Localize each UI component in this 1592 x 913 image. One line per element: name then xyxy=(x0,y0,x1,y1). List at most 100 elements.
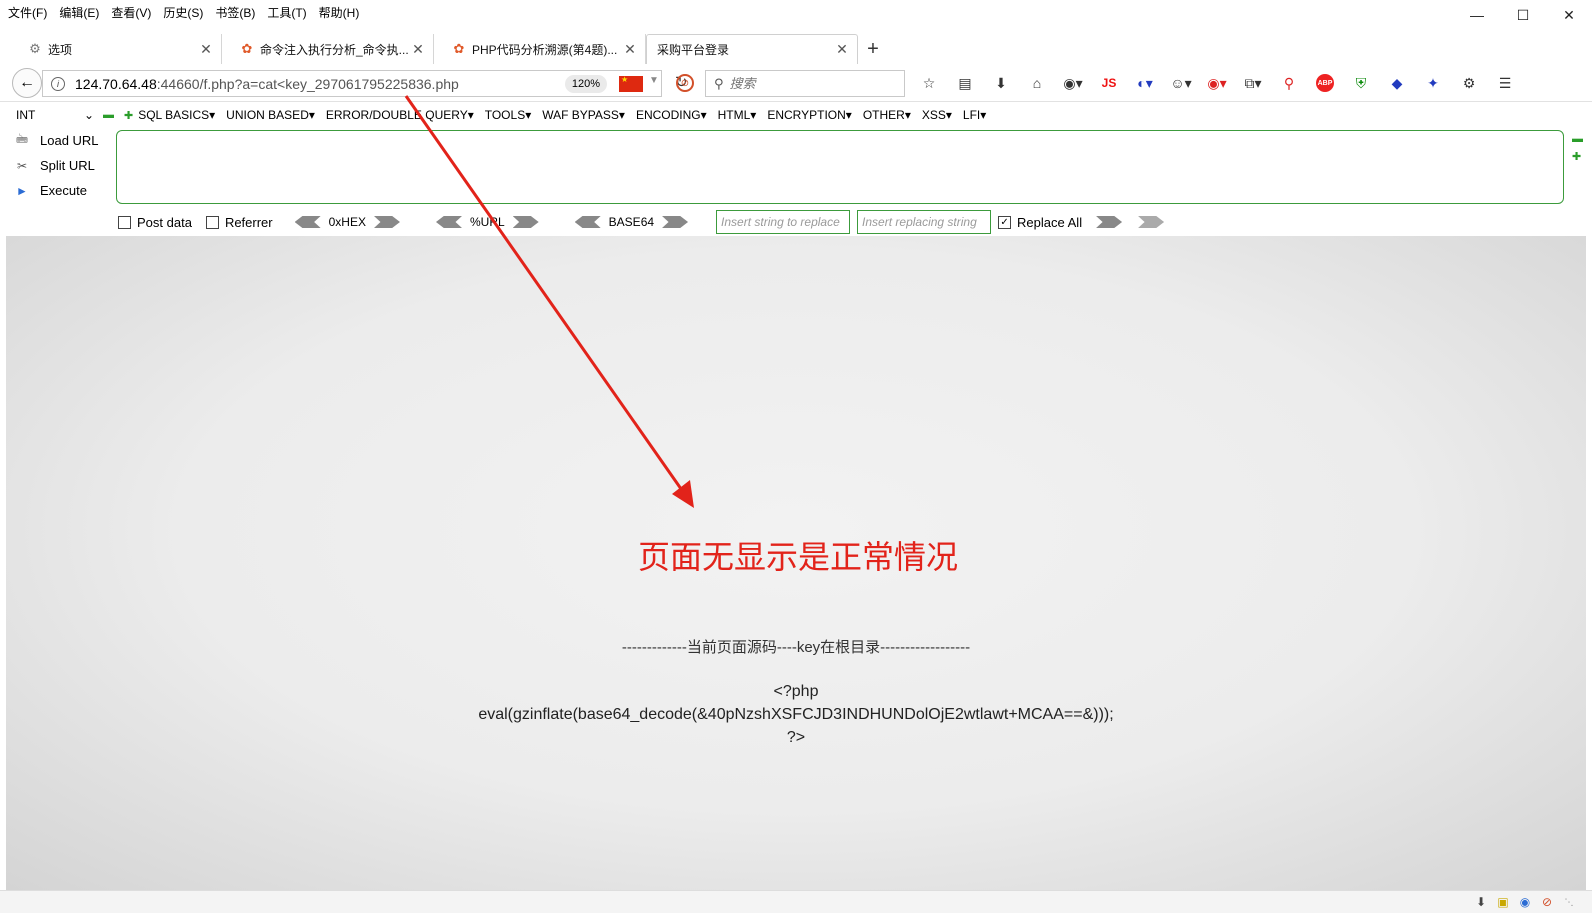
plus-icon[interactable]: ✚ xyxy=(124,109,133,122)
replace-string-input[interactable] xyxy=(716,210,851,234)
url-bar[interactable]: i 124.70.64.48:44660/f.php?a=cat<key_297… xyxy=(42,70,688,97)
settings-icon[interactable]: ⚙ xyxy=(1455,72,1483,94)
tab-options[interactable]: ⚙ 选项 ✕ xyxy=(10,34,222,64)
close-icon[interactable]: ✕ xyxy=(835,41,849,58)
toolbar-icons: ☆ ▤ ⬇ ⌂ ◉▾ JS ◐▾ ☺▾ ◉▾ ⧉▾ ⚲ ABP ⛨ ◆ ✦ ⚙ … xyxy=(915,72,1527,94)
chevron-down-icon[interactable]: ▼ xyxy=(649,75,659,86)
close-window-icon[interactable]: ✕ xyxy=(1546,0,1592,30)
play-icon: ► xyxy=(16,183,28,198)
tab-title: PHP代码分析溯源(第4题)... xyxy=(472,42,618,57)
note-icon[interactable]: ▣ xyxy=(1494,894,1512,910)
download-icon[interactable]: ⬇ xyxy=(987,72,1015,94)
plus-icon[interactable]: ✚ xyxy=(1572,148,1583,166)
noscript-icon[interactable]: ⊘ xyxy=(1538,894,1556,910)
post-data-checkbox[interactable] xyxy=(118,215,131,229)
hackbar-url-textarea[interactable] xyxy=(116,130,1564,204)
tab-command-injection[interactable]: ✿ 命令注入执行分析_命令执... ✕ xyxy=(222,34,434,64)
replacing-string-input[interactable] xyxy=(857,210,992,234)
hackbar-menu-xss[interactable]: XSS▾ xyxy=(922,108,952,122)
zoom-icon[interactable]: ⚲ xyxy=(1275,72,1303,94)
js-icon[interactable]: JS xyxy=(1095,72,1123,94)
hackbar-menu-waf-bypass[interactable]: WAF BYPASS▾ xyxy=(542,108,625,122)
translate-icon[interactable]: ◐▾ xyxy=(1131,72,1159,94)
download-icon[interactable]: ⬇ xyxy=(1472,894,1490,910)
menu-edit[interactable]: 编辑(E) xyxy=(59,4,99,21)
decode-arrow-icon[interactable] xyxy=(574,216,601,228)
back-button[interactable]: ← xyxy=(12,68,42,98)
hackbar-menu-encryption[interactable]: ENCRYPTION▾ xyxy=(767,108,851,122)
search-bar[interactable]: ⚲ xyxy=(705,70,905,97)
menu-history[interactable]: 历史(S) xyxy=(163,4,203,21)
int-select[interactable]: INT ⌄ xyxy=(8,106,98,124)
chevron-down-icon: ⌄ xyxy=(83,108,94,122)
minus-icon[interactable]: ▬ xyxy=(1572,130,1583,148)
diamond-icon[interactable]: ◆ xyxy=(1383,72,1411,94)
referrer-toggle[interactable]: Referrer xyxy=(205,215,273,230)
code-line: eval(gzinflate(base64_decode(&40pNzshXSF… xyxy=(478,706,1114,723)
search-input[interactable] xyxy=(729,76,890,91)
maximize-icon[interactable]: ☐ xyxy=(1500,0,1546,30)
menu-view[interactable]: 查看(V) xyxy=(111,4,151,21)
hackbar-options: Post data Referrer 0xHEX %URL BASE64 ✓ R… xyxy=(118,209,1172,235)
hackbar-menu-html[interactable]: HTML▾ xyxy=(718,108,757,122)
replace-all-toggle[interactable]: ✓ Replace All xyxy=(998,215,1082,230)
hackbar-menu-lfi[interactable]: LFI▾ xyxy=(963,108,986,122)
decode-arrow-icon[interactable] xyxy=(435,216,462,228)
menu-help[interactable]: 帮助(H) xyxy=(319,4,360,21)
load-url-button[interactable]: 🖮 Load URL xyxy=(12,128,116,153)
hackbar-side-controls: ▬ ✚ xyxy=(1572,130,1583,166)
execute-button[interactable]: ► Execute xyxy=(12,178,116,203)
china-flag-icon[interactable] xyxy=(619,75,643,92)
info-icon[interactable]: i xyxy=(51,76,65,91)
hackbar-menu-union-based[interactable]: UNION BASED▾ xyxy=(226,108,315,122)
hackbar-menu-encoding[interactable]: ENCODING▾ xyxy=(636,108,707,122)
close-icon[interactable]: ✕ xyxy=(623,41,637,58)
replace-arrow-icon[interactable] xyxy=(1096,216,1123,228)
zoom-level[interactable]: 120% xyxy=(565,75,607,93)
close-icon[interactable]: ✕ xyxy=(199,41,213,58)
minimize-icon[interactable]: — xyxy=(1454,0,1500,30)
home-icon[interactable]: ⌂ xyxy=(1023,72,1051,94)
capture-icon[interactable]: ◉▾ xyxy=(1203,72,1231,94)
menu-tools[interactable]: 工具(T) xyxy=(267,4,306,21)
hackbar-actions: 🖮 Load URL ✂ Split URL ► Execute xyxy=(12,128,116,203)
decode-arrow-icon[interactable] xyxy=(294,216,321,228)
share-icon[interactable]: ⧉▾ xyxy=(1239,72,1267,94)
annotation-text: 页面无显示是正常情况 xyxy=(638,538,959,576)
hackbar-menu-tools[interactable]: TOOLS▾ xyxy=(485,108,531,122)
puzzle-icon[interactable]: ✦ xyxy=(1419,72,1447,94)
new-tab-button[interactable]: + xyxy=(858,34,888,64)
hackbar-menu-other[interactable]: OTHER▾ xyxy=(863,108,911,122)
tab-php-analysis[interactable]: ✿ PHP代码分析溯源(第4题)... ✕ xyxy=(434,34,646,64)
tab-procurement-login[interactable]: 采购平台登录 ✕ xyxy=(646,34,858,64)
replace-all-checkbox[interactable]: ✓ xyxy=(998,215,1012,229)
page-content: 页面无显示是正常情况 -------------当前页面源码----key在根目… xyxy=(6,236,1586,890)
hackbar-menu-sql-basics[interactable]: SQL BASICS▾ xyxy=(138,108,215,122)
star-icon[interactable]: ☆ xyxy=(915,72,943,94)
abp-icon[interactable]: ABP xyxy=(1316,74,1334,92)
encode-arrow-icon[interactable] xyxy=(662,216,689,228)
hackbar-menu-error-double-query[interactable]: ERROR/DOUBLE QUERY▾ xyxy=(326,108,474,122)
post-data-toggle[interactable]: Post data xyxy=(118,215,192,230)
menu-file[interactable]: 文件(F) xyxy=(8,4,47,21)
menu-bookmarks[interactable]: 书签(B) xyxy=(215,4,255,21)
close-icon[interactable]: ✕ xyxy=(411,41,425,58)
resize-grip-icon[interactable]: ⋱ xyxy=(1560,894,1578,910)
split-url-button[interactable]: ✂ Split URL xyxy=(12,153,116,178)
encode-arrow-icon[interactable] xyxy=(373,216,400,228)
encode-arrow-icon[interactable] xyxy=(512,216,539,228)
menu-icon[interactable]: ☰ xyxy=(1491,72,1519,94)
palette-icon[interactable]: ☺▾ xyxy=(1167,72,1195,94)
clipboard-icon[interactable]: ▤ xyxy=(951,72,979,94)
tab-title: 命令注入执行分析_命令执... xyxy=(260,42,409,57)
navigation-bar: ← i 124.70.64.48:44660/f.php?a=cat<key_2… xyxy=(0,66,1592,102)
shield-icon[interactable]: ⛨ xyxy=(1347,72,1375,94)
noscript-icon[interactable]: ⊘ xyxy=(676,74,694,92)
referrer-checkbox[interactable] xyxy=(205,215,219,229)
minus-icon[interactable]: ▬ xyxy=(103,109,114,121)
globe-icon[interactable]: ◉ xyxy=(1516,894,1534,910)
load-url-icon: 🖮 xyxy=(15,132,28,146)
extension-icon[interactable]: ◉▾ xyxy=(1059,72,1087,94)
replace-arrow-icon[interactable] xyxy=(1138,216,1165,228)
search-icon: ⚲ xyxy=(714,75,724,91)
